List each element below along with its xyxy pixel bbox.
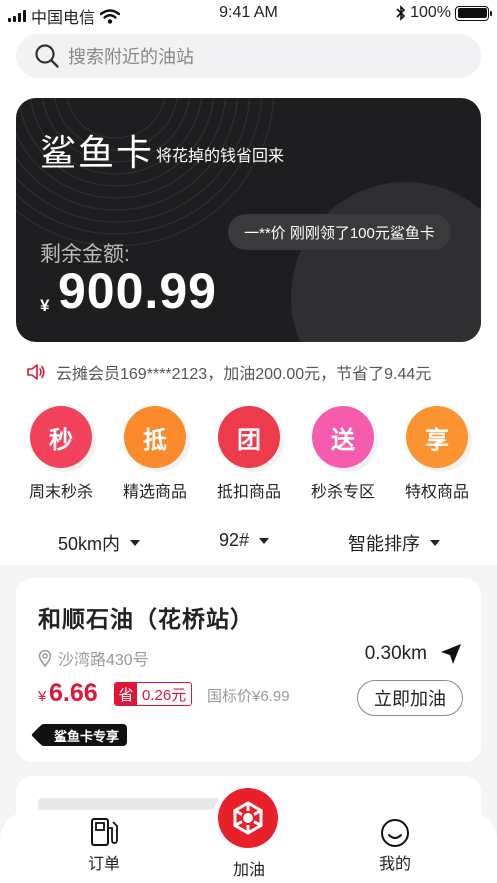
fuel-center-button[interactable] [218,788,278,848]
station-address: 沙湾路430号 [38,646,149,670]
search-icon [35,44,59,68]
category-badge: 享 [406,406,468,468]
tab-bar: 订单 加油 我的 [0,788,497,883]
location-pin-icon [38,649,52,667]
station-address-text: 沙湾路430号 [58,652,149,669]
filter-distance-label: 50km内 [58,534,121,554]
category-badge: 送 [312,406,374,468]
filter-distance[interactable]: 50km内 [58,530,141,556]
savings-badge: 省 0.26元 [114,682,193,706]
station-card[interactable]: 和顺石油（花桥站） 沙湾路430号 0.30km ¥ 6.66 省 0.26元 … [16,578,481,762]
filter-fuel[interactable]: 92# [219,530,270,551]
status-right: 100% [396,4,492,22]
bluetooth-icon [396,5,406,21]
tab-fuel[interactable]: 加油 [229,856,269,880]
status-bar: 中国电信 9:41 AM 100% [0,0,497,28]
station-price: 6.66 [49,679,98,707]
battery-percent: 100% [410,4,451,21]
fuel-pump-icon [91,818,118,846]
category-item[interactable]: 送 秒杀专区 [296,406,390,502]
card-ticker: 一**价 刚刚领了100元鲨鱼卡 [228,214,451,250]
filter-fuel-label: 92# [219,530,250,550]
search-placeholder: 搜索附近的油站 [68,47,194,67]
tab-orders-label: 订单 [87,856,120,873]
savings-value: 0.26元 [142,686,187,704]
reference-price: 国标价¥6.99 [207,688,290,705]
card-subtitle: 将花掉的钱省回来 [156,148,285,165]
notice-text: 云摊会员169****2123，加油200.00元，节省了9.44元 [56,366,432,383]
caret-down-icon [259,537,270,544]
category-item[interactable]: 抵 精选商品 [108,406,202,502]
caret-down-icon [430,540,440,546]
filter-sort[interactable]: 智能排序 [348,530,440,556]
speaker-icon [27,364,45,380]
category-badge: 秒 [30,406,92,468]
station-name: 和顺石油（花桥站） [38,606,254,632]
exclusive-tag: 鲨鱼卡专享 [40,724,128,746]
category-item[interactable]: 团 抵扣商品 [202,406,296,502]
filter-bar: 50km内 92# 智能排序 [0,530,497,560]
tab-mine-label: 我的 [378,856,411,873]
category-badge: 抵 [124,406,186,468]
balance-currency: ¥ [40,296,50,315]
brand-logo-icon [233,801,263,835]
category-label: 精选商品 [122,484,187,501]
filter-sort-label: 智能排序 [348,534,420,554]
category-item[interactable]: 秒 周末秒杀 [14,406,108,502]
station-distance[interactable]: 0.30km [365,642,463,666]
tab-mine[interactable]: 我的 [374,818,416,874]
smile-icon [381,819,409,847]
category-badge: 团 [218,406,280,468]
search-bar[interactable]: 搜索附近的油站 [16,34,481,78]
category-label: 特权商品 [404,484,469,501]
category-row: 秒 周末秒杀 抵 精选商品 团 抵扣商品 送 秒杀专区 享 特权商品 [0,406,497,502]
caret-down-icon [130,540,141,546]
tab-orders[interactable]: 订单 [82,816,126,874]
category-label: 周末秒杀 [28,484,93,501]
tab-fuel-label: 加油 [232,862,265,879]
balance-amount: 900.99 [58,263,217,319]
member-notice: 云摊会员169****2123，加油200.00元，节省了9.44元 [26,360,431,384]
navigation-arrow-icon [441,644,461,664]
category-label: 秒杀专区 [310,484,375,501]
station-distance-text: 0.30km [364,643,427,664]
card-title: 鲨鱼卡 [40,132,155,173]
shark-card[interactable]: 鲨鱼卡 将花掉的钱省回来 一**价 刚刚领了100元鲨鱼卡 剩余金额: ¥ 90… [16,98,481,342]
battery-icon [455,5,492,21]
refuel-now-button[interactable]: 立即加油 [357,680,463,716]
savings-key: 省 [115,683,137,705]
category-item[interactable]: 享 特权商品 [390,406,484,502]
battery-fill [457,8,487,18]
top-area: 搜索附近的油站 鲨鱼卡 将花掉的钱省回来 一**价 刚刚领了100元鲨鱼卡 剩余… [0,28,497,565]
category-label: 抵扣商品 [216,484,281,501]
price-currency: ¥ [38,688,47,705]
